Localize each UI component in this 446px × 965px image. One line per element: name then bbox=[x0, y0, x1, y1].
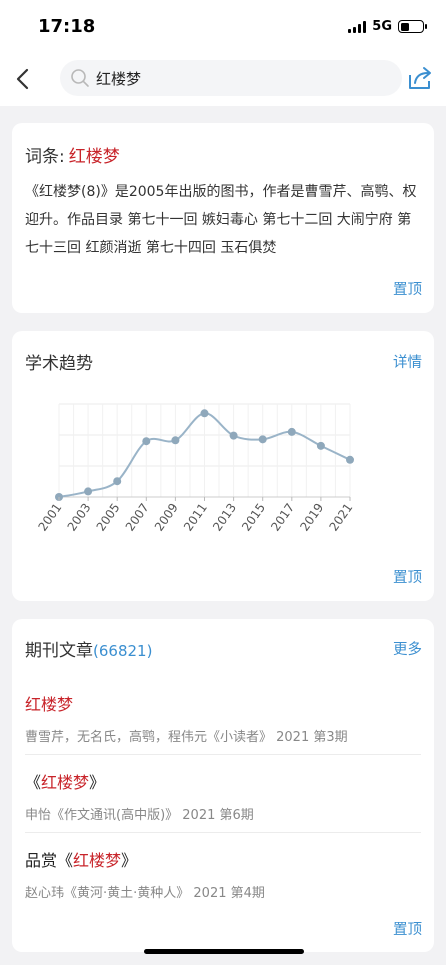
journal-heading: 期刊文章(66821) bbox=[25, 636, 152, 661]
divider bbox=[25, 754, 421, 755]
pin-top-button[interactable]: 置顶 bbox=[393, 278, 422, 299]
back-button[interactable] bbox=[12, 64, 38, 94]
data-point bbox=[287, 427, 296, 436]
journal-count: (66821) bbox=[93, 642, 153, 660]
x-tick-label: 2015 bbox=[239, 501, 268, 534]
home-indicator[interactable] bbox=[144, 949, 304, 954]
pin-top-button[interactable]: 置顶 bbox=[393, 566, 422, 587]
article-title: 《红楼梦》 bbox=[25, 773, 106, 792]
share-button[interactable] bbox=[406, 64, 434, 92]
article-item[interactable]: 红楼梦 曹雪芹，无名氏，高鹗，程伟元《小读者》 2021 第3期 bbox=[25, 691, 421, 745]
share-icon bbox=[409, 67, 431, 89]
journal-title: 期刊文章 bbox=[25, 641, 93, 661]
search-icon bbox=[71, 69, 89, 87]
more-articles-link[interactable]: 更多 bbox=[393, 638, 422, 659]
data-point bbox=[113, 477, 122, 486]
pin-top-button[interactable]: 置顶 bbox=[393, 918, 422, 939]
entry-description[interactable]: 《红楼梦(8)》是2005年出版的图书，作者是曹雪芹、高鹗、权迎升。作品目录 第… bbox=[25, 178, 423, 262]
data-point bbox=[316, 441, 325, 450]
article-item[interactable]: 品赏《红楼梦》 赵心玮《黄河·黄土·黄种人》 2021 第4期 bbox=[25, 847, 421, 901]
search-input[interactable] bbox=[96, 69, 376, 87]
nav-bar bbox=[0, 56, 446, 106]
data-point bbox=[229, 431, 238, 440]
x-tick-label: 2017 bbox=[268, 501, 297, 534]
data-point bbox=[171, 436, 180, 445]
data-point bbox=[84, 487, 93, 496]
article-title: 品赏《红楼梦》 bbox=[25, 851, 138, 870]
article-item[interactable]: 《红楼梦》 申怡《作文通讯(高中版)》 2021 第6期 bbox=[25, 769, 421, 823]
status-bar: 17:18 5G bbox=[0, 0, 446, 56]
signal-icon bbox=[348, 20, 367, 33]
trend-title: 学术趋势 bbox=[25, 354, 93, 374]
x-tick-label: 2021 bbox=[326, 501, 355, 534]
x-tick-label: 2003 bbox=[65, 501, 94, 534]
x-tick-label: 2007 bbox=[123, 501, 152, 534]
network-type: 5G bbox=[372, 19, 392, 34]
x-tick-label: 2019 bbox=[297, 501, 326, 534]
divider bbox=[25, 832, 421, 833]
entry-keyword[interactable]: 红楼梦 bbox=[69, 147, 120, 167]
data-point bbox=[258, 435, 267, 444]
article-meta: 赵心玮《黄河·黄土·黄种人》 2021 第4期 bbox=[25, 886, 265, 901]
trend-detail-link[interactable]: 详情 bbox=[393, 351, 422, 372]
trend-chart[interactable]: 2001 2003 2005 2007 2009 2011 2013 2015 2017 2019… bbox=[12, 387, 434, 555]
chevron-left-icon bbox=[16, 68, 29, 90]
article-meta: 曹雪芹，无名氏，高鹗，程伟元《小读者》 2021 第3期 bbox=[25, 730, 348, 745]
status-time: 17:18 bbox=[38, 16, 96, 37]
search-box[interactable] bbox=[60, 60, 402, 96]
entry-label: 词条: bbox=[25, 147, 65, 167]
article-meta: 申怡《作文通讯(高中版)》 2021 第6期 bbox=[25, 808, 254, 823]
data-point bbox=[142, 437, 151, 446]
data-point bbox=[346, 455, 354, 464]
article-title: 红楼梦 bbox=[25, 695, 74, 714]
entry-card: 词条: 红楼梦 《红楼梦(8)》是2005年出版的图书，作者是曹雪芹、高鹗、权迎升… bbox=[12, 123, 434, 313]
status-indicators: 5G bbox=[348, 19, 427, 34]
x-tick-label: 2011 bbox=[181, 501, 210, 534]
x-tick-label: 2005 bbox=[94, 501, 123, 534]
journal-card: 期刊文章(66821) 更多 红楼梦 曹雪芹，无名氏，高鹗，程伟元《小读者》 2… bbox=[12, 619, 434, 952]
battery-icon bbox=[398, 20, 427, 33]
entry-heading: 词条: 红楼梦 bbox=[25, 142, 120, 167]
data-point bbox=[200, 409, 209, 418]
trend-card: 学术趋势 详情 2001 2003 2005 2007 2009 2011 2013 2015… bbox=[12, 331, 434, 601]
x-tick-label: 2013 bbox=[210, 501, 239, 534]
x-tick-label: 2001 bbox=[35, 501, 64, 534]
x-tick-label: 2009 bbox=[152, 501, 181, 534]
